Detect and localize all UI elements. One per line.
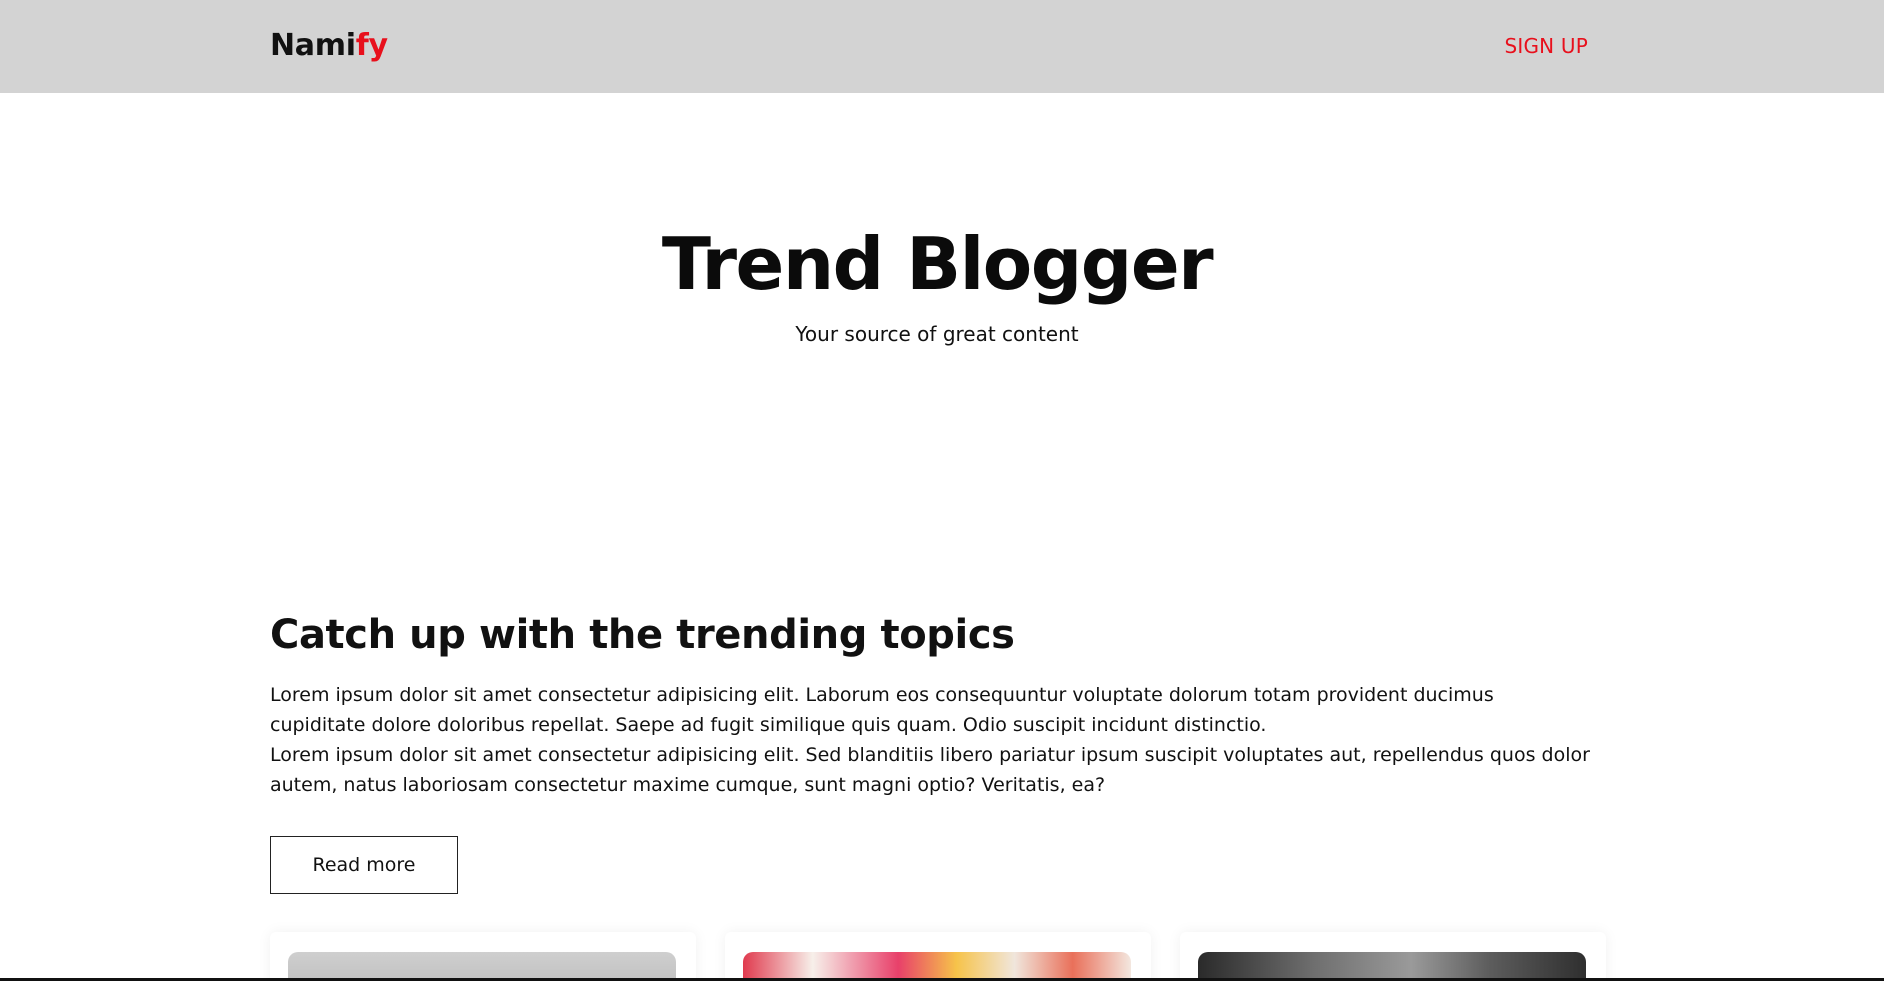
- section-paragraph-1: Lorem ipsum dolor sit amet consectetur a…: [270, 684, 1494, 736]
- brand-logo[interactable]: Namify: [270, 28, 388, 63]
- section-paragraph-2: Lorem ipsum dolor sit amet consectetur a…: [270, 744, 1590, 796]
- card-image-desk: [288, 952, 676, 981]
- card-image-fruit: [743, 952, 1131, 981]
- hero-subtitle: Your source of great content: [795, 322, 1079, 346]
- sign-up-link[interactable]: SIGN UP: [1504, 34, 1588, 58]
- read-more-button[interactable]: Read more: [270, 836, 458, 894]
- blog-card[interactable]: [270, 932, 696, 981]
- section-title: Catch up with the trending topics: [270, 612, 1015, 658]
- blog-card[interactable]: [725, 932, 1151, 981]
- blog-card[interactable]: [1180, 932, 1606, 981]
- brand-name-main: Nami: [270, 28, 356, 63]
- navbar: Namify SIGN UP: [0, 0, 1884, 93]
- brand-name-accent: fy: [355, 28, 388, 63]
- section-body: Lorem ipsum dolor sit amet consectetur a…: [270, 680, 1590, 800]
- card-image-office: [1198, 952, 1586, 981]
- hero-title: Trend Blogger: [661, 222, 1214, 306]
